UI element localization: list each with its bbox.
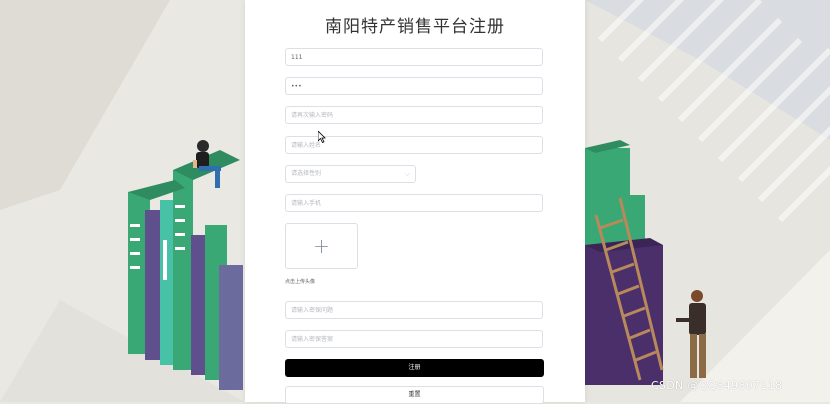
watermark-text: CSDN @QQ849807118: [651, 379, 783, 392]
register-panel: 南阳特产销售平台注册 请选择性别 ⌵ + 点击上传头像 注册 重置: [245, 0, 585, 404]
gender-select[interactable]: 请选择性别 ⌵: [285, 165, 416, 183]
plus-icon: +: [313, 234, 330, 258]
avatar-upload-label: 点击上传头像: [285, 279, 316, 285]
phone-field[interactable]: [285, 194, 543, 212]
username-field[interactable]: [285, 48, 543, 66]
password-field[interactable]: [285, 77, 543, 95]
avatar-upload[interactable]: +: [285, 223, 358, 269]
security-question-field[interactable]: [285, 301, 543, 319]
mouse-cursor-icon: [318, 131, 326, 143]
register-button[interactable]: 注册: [285, 359, 544, 377]
security-answer-field[interactable]: [285, 330, 543, 348]
chevron-down-icon: ⌵: [404, 170, 410, 178]
reset-button[interactable]: 重置: [285, 386, 544, 404]
gender-select-placeholder: 请选择性别: [291, 170, 322, 177]
page-title: 南阳特产销售平台注册: [325, 17, 505, 37]
confirm-password-field[interactable]: [285, 106, 543, 124]
